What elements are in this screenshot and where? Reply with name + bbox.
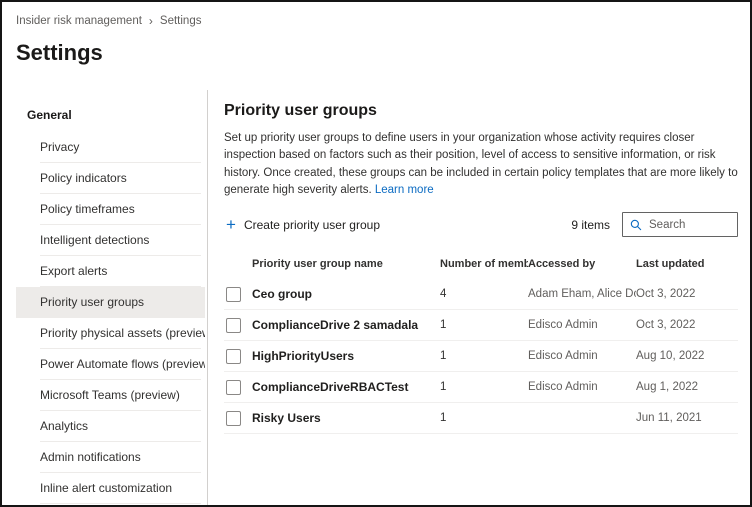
table-row[interactable]: HighPriorityUsers 1 Edisco Admin Aug 10,… xyxy=(224,341,738,372)
cell-members: 1 xyxy=(440,412,447,424)
plus-icon: + xyxy=(226,215,236,234)
table-row[interactable]: ComplianceDriveRBACTest 1 Edisco Admin A… xyxy=(224,372,738,403)
breadcrumb-chevron-icon: › xyxy=(148,14,153,28)
sidebar-nav-list: Privacy Policy indicators Policy timefra… xyxy=(16,132,205,504)
sidebar-item-priority-user-groups[interactable]: Priority user groups xyxy=(16,287,205,318)
cell-last-updated: Jun 11, 2021 xyxy=(636,412,702,424)
column-header-group-name[interactable]: Priority user group name xyxy=(252,258,440,270)
learn-more-link[interactable]: Learn more xyxy=(375,184,434,196)
cell-group-name: Risky Users xyxy=(252,411,321,425)
section-description: Set up priority user groups to define us… xyxy=(224,130,738,199)
cell-last-updated: Oct 3, 2022 xyxy=(636,288,696,300)
row-checkbox[interactable] xyxy=(226,348,241,364)
sidebar-item-privacy[interactable]: Privacy xyxy=(16,132,205,163)
column-header-last-updated[interactable]: Last updated xyxy=(636,258,738,270)
settings-page: Insider risk management › Settings Setti… xyxy=(0,0,752,507)
column-header-number-of-members[interactable]: Number of memb… xyxy=(440,258,528,270)
column-header-accessed-by[interactable]: Accessed by xyxy=(528,258,636,270)
items-count: 9 items xyxy=(571,217,610,232)
cell-group-name: Ceo group xyxy=(252,287,312,301)
breadcrumb-item-settings[interactable]: Settings xyxy=(160,15,202,27)
cell-last-updated: Aug 1, 2022 xyxy=(636,381,699,393)
row-checkbox[interactable] xyxy=(226,410,241,426)
table-row[interactable]: Risky Users 1 Jun 11, 2021 xyxy=(224,403,738,434)
search-icon xyxy=(630,219,642,231)
create-priority-user-group-button[interactable]: + Create priority user group xyxy=(226,216,380,233)
cell-group-name: HighPriorityUsers xyxy=(252,349,355,363)
row-checkbox[interactable] xyxy=(226,317,241,333)
sidebar-item-policy-indicators[interactable]: Policy indicators xyxy=(16,163,205,194)
cell-accessed-by: Adam Eham, Alice Doe xyxy=(528,288,636,300)
sidebar-item-analytics[interactable]: Analytics xyxy=(16,411,205,442)
search-box[interactable] xyxy=(622,212,738,237)
cell-group-name: ComplianceDrive 2 samadala xyxy=(252,318,419,332)
sidebar-item-priority-physical-assets[interactable]: Priority physical assets (preview) xyxy=(16,318,205,349)
sidebar-item-export-alerts[interactable]: Export alerts xyxy=(16,256,205,287)
main-panel: Priority user groups Set up priority use… xyxy=(208,90,750,505)
search-input[interactable] xyxy=(647,217,733,232)
create-button-label: Create priority user group xyxy=(243,217,380,232)
page-header: Insider risk management › Settings Setti… xyxy=(2,2,750,66)
cell-accessed-by: Edisco Admin xyxy=(528,350,598,362)
toolbar: + Create priority user group 9 items xyxy=(224,212,738,237)
table-body: Ceo group 4 Adam Eham, Alice Doe Oct 3, … xyxy=(224,279,738,434)
section-heading: Priority user groups xyxy=(224,102,377,119)
content-area: General Privacy Policy indicators Policy… xyxy=(2,90,750,505)
row-checkbox[interactable] xyxy=(226,286,241,302)
cell-members: 1 xyxy=(440,350,447,362)
table-row[interactable]: ComplianceDrive 2 samadala 1 Edisco Admi… xyxy=(224,310,738,341)
sidebar-item-admin-notifications[interactable]: Admin notifications xyxy=(16,442,205,473)
settings-sidebar: General Privacy Policy indicators Policy… xyxy=(2,90,208,505)
cell-members: 4 xyxy=(440,288,447,300)
priority-user-groups-table: Priority user group name Number of memb…… xyxy=(224,249,738,434)
sidebar-item-microsoft-teams[interactable]: Microsoft Teams (preview) xyxy=(16,380,205,411)
sidebar-item-policy-timeframes[interactable]: Policy timeframes xyxy=(16,194,205,225)
cell-last-updated: Oct 3, 2022 xyxy=(636,319,696,331)
sidebar-item-intelligent-detections[interactable]: Intelligent detections xyxy=(16,225,205,256)
table-row[interactable]: Ceo group 4 Adam Eham, Alice Doe Oct 3, … xyxy=(224,279,738,310)
row-checkbox[interactable] xyxy=(226,379,241,395)
description-text: Set up priority user groups to define us… xyxy=(224,132,738,196)
sidebar-section-general: General xyxy=(27,108,72,122)
breadcrumb: Insider risk management › Settings xyxy=(16,15,734,27)
cell-members: 1 xyxy=(440,381,447,393)
cell-group-name: ComplianceDriveRBACTest xyxy=(252,380,409,394)
sidebar-item-power-automate-flows[interactable]: Power Automate flows (preview) xyxy=(16,349,205,380)
page-title: Settings xyxy=(16,40,103,65)
breadcrumb-item-insider-risk-management[interactable]: Insider risk management xyxy=(16,15,142,27)
cell-last-updated: Aug 10, 2022 xyxy=(636,350,705,362)
cell-accessed-by: Edisco Admin xyxy=(528,319,598,331)
table-header-row: Priority user group name Number of memb…… xyxy=(224,249,738,279)
cell-members: 1 xyxy=(440,319,447,331)
cell-accessed-by: Edisco Admin xyxy=(528,381,598,393)
sidebar-item-inline-alert-customization[interactable]: Inline alert customization xyxy=(16,473,205,504)
